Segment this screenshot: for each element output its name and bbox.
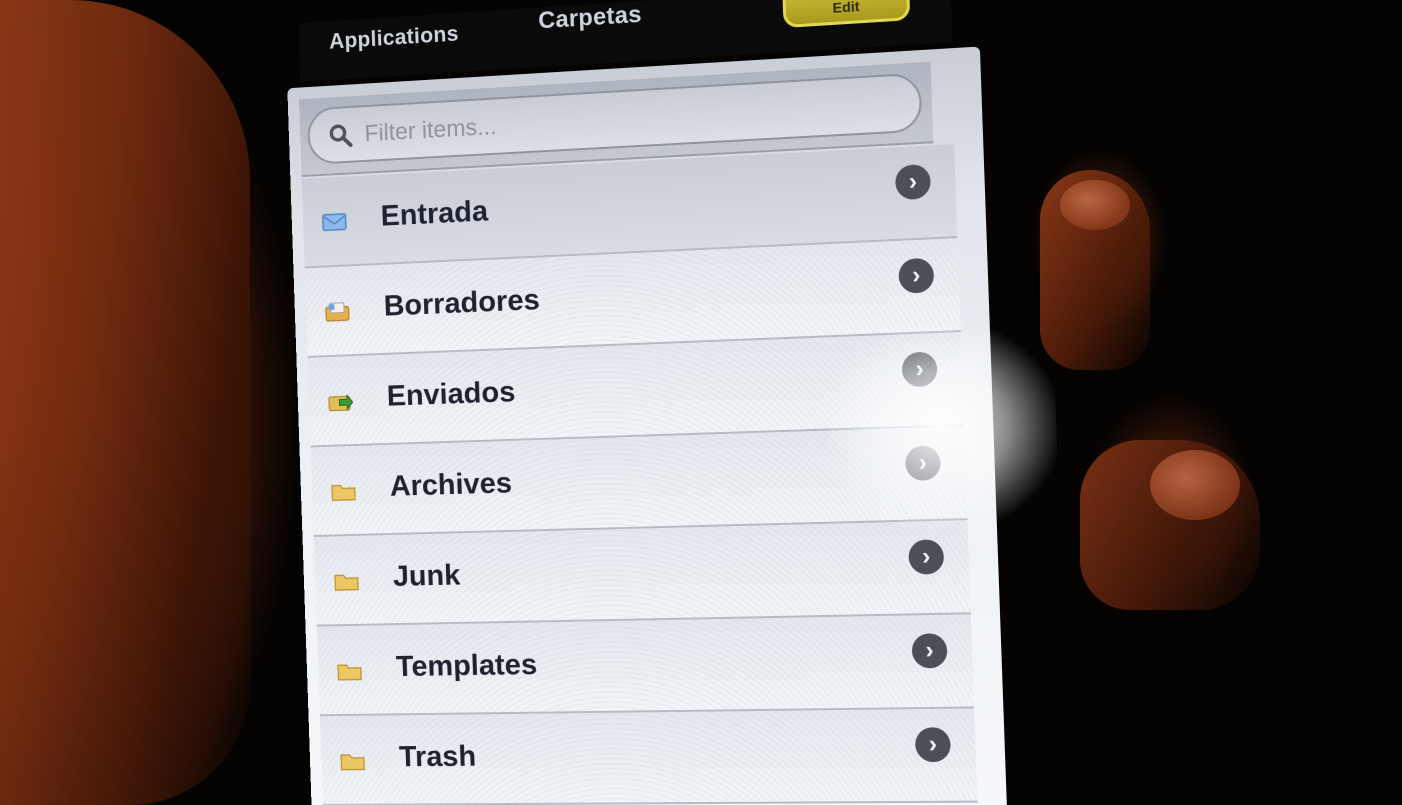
folder-label: Archives [389, 466, 513, 503]
folder-label: Entrada [380, 194, 489, 233]
chevron-right-icon[interactable]: › [908, 539, 945, 575]
folder-list: Entrada › Borradores › Enviados › Archiv… [301, 144, 978, 805]
fingernail-bottom [1150, 450, 1240, 520]
tab-carpetas[interactable]: Carpetas [538, 1, 642, 35]
tab-applications[interactable]: Applications [329, 21, 459, 55]
sent-folder-icon [328, 391, 353, 411]
photo-scene: Applications Carpetas Edit Filter items.… [0, 0, 1402, 805]
chevron-right-icon[interactable]: › [914, 727, 952, 763]
search-input[interactable] [362, 85, 902, 153]
folder-panel: Entrada › Borradores › [287, 46, 1060, 805]
chevron-right-icon[interactable]: › [898, 257, 935, 294]
chevron-right-icon[interactable]: › [901, 351, 938, 388]
left-hand [0, 0, 250, 805]
inbox-envelope-icon [322, 212, 347, 233]
edit-button[interactable]: Edit [781, 0, 911, 29]
folder-label: Templates [395, 648, 538, 683]
fingernail-top [1060, 180, 1130, 230]
folder-label: Junk [392, 558, 461, 593]
chevron-right-icon[interactable]: › [911, 633, 948, 669]
list-item-templates[interactable]: Templates › [316, 614, 975, 717]
search-icon [328, 122, 353, 149]
list-item-trash[interactable]: Trash › [319, 708, 978, 805]
folder-label: Enviados [386, 375, 516, 413]
list-item-junk[interactable]: Junk › [313, 520, 971, 627]
folder-icon [334, 571, 359, 591]
chevron-right-icon[interactable]: › [904, 445, 942, 481]
chevron-right-icon[interactable]: › [894, 163, 932, 201]
folder-icon [337, 661, 362, 681]
phone-screen: Applications Carpetas Edit Filter items.… [287, 0, 1060, 805]
folder-icon [331, 481, 356, 501]
drafts-folder-icon [325, 302, 350, 323]
folder-label: Trash [398, 740, 477, 774]
folder-icon [340, 751, 365, 771]
folder-label: Borradores [383, 283, 541, 323]
